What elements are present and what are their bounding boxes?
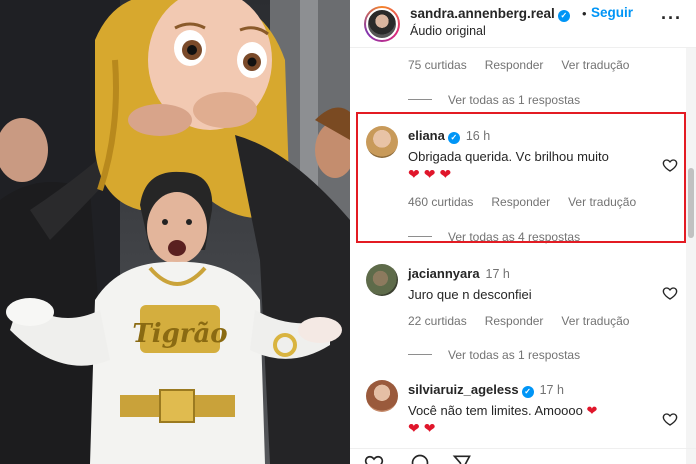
photo-illustration: Tigrão: [0, 0, 350, 464]
scrollbar[interactable]: [686, 48, 696, 464]
commenter-username-text[interactable]: jaciannyara: [408, 266, 480, 281]
likes-count[interactable]: 75 curtidas: [408, 58, 467, 72]
like-icon[interactable]: [364, 453, 384, 464]
audio-label[interactable]: Áudio original: [410, 24, 486, 38]
chain-text: Tigrão: [132, 319, 227, 349]
more-options-icon[interactable]: ···: [661, 8, 682, 29]
comment-text-body: Você não tem limites. Amoooo: [408, 403, 583, 418]
verified-badge-icon: ✓: [557, 10, 570, 22]
post-photo[interactable]: Tigrão: [0, 0, 350, 464]
highlight-box: [356, 112, 686, 243]
likes-count[interactable]: 22 curtidas: [408, 314, 467, 328]
author-username-text[interactable]: sandra.annenberg.real: [410, 6, 555, 21]
view-replies-link[interactable]: Ver todas as 1 respostas: [408, 93, 580, 107]
comment-item: silviaruiz_ageless ✓ 17 h Você não tem lim…: [350, 378, 686, 448]
commenter-username[interactable]: silviaruiz_ageless ✓ 17 h: [408, 382, 564, 398]
post-header: sandra.annenberg.real ✓ • Seguir Áudio or…: [350, 0, 696, 48]
comment-meta-row: 75 curtidas Responder Ver tradução: [408, 58, 647, 72]
divider-line: [408, 354, 432, 355]
separator-dot: •: [582, 6, 587, 21]
heart-emojis: ❤❤: [408, 420, 440, 436]
commenter-avatar[interactable]: [366, 380, 398, 412]
author-username[interactable]: sandra.annenberg.real ✓: [410, 6, 570, 22]
comment-icon[interactable]: [410, 453, 430, 464]
verified-badge-icon: ✓: [521, 386, 534, 398]
comment-text: Você não tem limites. Amoooo ❤: [408, 403, 597, 419]
follow-button[interactable]: Seguir: [591, 5, 633, 20]
like-heart-icon[interactable]: [662, 285, 678, 301]
comment-item: jaciannyara 17 h Juro que n desconfiei 22…: [350, 262, 686, 372]
share-icon[interactable]: [452, 453, 472, 464]
commenter-username[interactable]: jaciannyara 17 h: [408, 266, 510, 281]
reply-button[interactable]: Responder: [485, 314, 544, 328]
translate-button[interactable]: Ver tradução: [561, 314, 629, 328]
comment-time: 17 h: [485, 267, 510, 281]
translate-button[interactable]: Ver tradução: [561, 58, 629, 72]
divider-line: [408, 99, 432, 100]
author-avatar[interactable]: [364, 6, 400, 42]
reply-button[interactable]: Responder: [485, 58, 544, 72]
view-replies-link[interactable]: Ver todas as 1 respostas: [408, 348, 580, 362]
action-bar: [350, 448, 696, 464]
comment-meta-row: 22 curtidas Responder Ver tradução: [408, 314, 647, 328]
view-replies-label[interactable]: Ver todas as 1 respostas: [448, 93, 580, 107]
scrollbar-thumb[interactable]: [688, 168, 694, 238]
commenter-avatar[interactable]: [366, 264, 398, 296]
view-replies-label[interactable]: Ver todas as 1 respostas: [448, 348, 580, 362]
comment-text: Juro que n desconfiei: [408, 287, 532, 302]
comment-time: 17 h: [539, 383, 564, 397]
like-heart-icon[interactable]: [662, 411, 678, 427]
heart-emoji-inline: ❤: [586, 403, 598, 418]
commenter-username-text[interactable]: silviaruiz_ageless: [408, 382, 519, 397]
